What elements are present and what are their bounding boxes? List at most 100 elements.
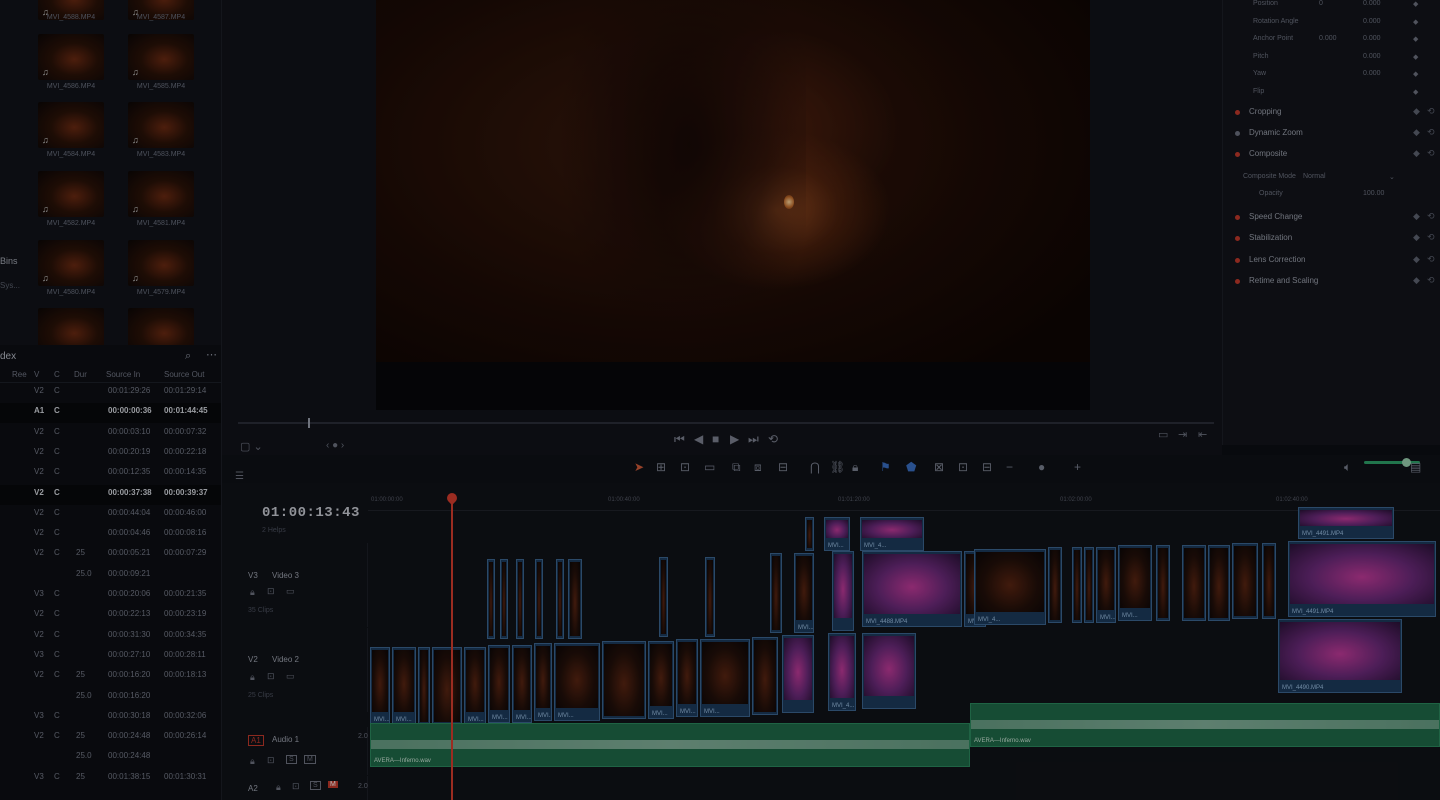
timeline-clip[interactable] [1208,545,1230,621]
blade-tool-icon[interactable]: ▭ [704,460,715,474]
media-thumbnail[interactable]: ♫ [128,34,194,80]
timeline-clip[interactable]: MVI... [370,647,390,725]
section-toggle-icon[interactable] [1235,131,1240,136]
inspector-section[interactable]: Composite ◆ ⟲ [1223,145,1440,165]
insert-clip-icon[interactable]: ⧉ [732,460,741,475]
keyframe-icon[interactable]: ◆ [1413,53,1418,61]
inspector-property-row[interactable]: Position 0 0.000 ◆ [1223,0,1440,13]
inspector-section[interactable]: Cropping ◆ ⟲ [1223,103,1440,123]
trim-tool-icon[interactable]: ⊞ [656,460,666,474]
section-label[interactable]: Stabilization [1249,233,1292,242]
go-to-end-icon[interactable]: ⏭ [748,432,759,447]
audio-clip[interactable]: AVERA—Inferno.wav [370,723,970,767]
keyframe-icon[interactable]: ◆ [1413,254,1420,265]
lock-icon[interactable]: 🔒︎ [852,460,858,475]
property-value[interactable]: 0.000 [1319,35,1337,42]
track-name[interactable]: Audio 1 [272,735,299,744]
timeline-clip[interactable]: MVI... [648,641,674,719]
track-visibility-icon[interactable]: ▭ [286,586,295,597]
media-thumbnail[interactable]: ♫ [38,240,104,286]
timeline-clip[interactable]: MVI... [794,553,814,633]
selection-tool-icon[interactable]: ➤ [634,460,644,474]
property-value[interactable]: 0 [1319,0,1323,7]
section-toggle-icon[interactable] [1235,215,1240,220]
auto-select-icon[interactable]: ⊡ [292,781,300,792]
track-header-video-2[interactable]: V2 Video 2 🔒︎ ⊡ ▭ 25 Clips [222,628,368,712]
lock-icon[interactable]: 🔒︎ [250,587,255,598]
timeline-clip[interactable] [805,517,814,551]
section-label[interactable]: Dynamic Zoom [1249,128,1303,137]
lock-icon[interactable]: 🔒︎ [276,782,281,793]
go-to-start-icon[interactable]: ⏮ [674,432,685,447]
timeline-clip[interactable] [1084,547,1094,623]
index-row[interactable]: A1 C 00:00:00:36 00:01:44:45 [0,403,221,424]
media-thumbnail[interactable]: ♫ [38,102,104,148]
timeline-clip[interactable] [500,559,508,639]
reset-icon[interactable]: ⟲ [1427,275,1435,286]
timeline-clip[interactable]: MVI... [488,645,510,723]
marker-icon[interactable]: ⬟ [906,460,916,474]
property-value[interactable]: 0.000 [1363,18,1381,25]
section-label[interactable]: Composite [1249,149,1287,158]
timeline-clip[interactable] [752,637,778,715]
timeline-clip[interactable] [1262,543,1276,619]
timeline-clip[interactable]: MVI_4490.MP4 [1278,619,1402,693]
zoom-slider-handle[interactable]: ● [1038,460,1045,474]
mark-in-icon[interactable]: ⇥ [1178,428,1187,441]
viewer-mode-icon[interactable]: ▢ ⌄ [240,440,263,453]
mark-out-icon[interactable]: ⇤ [1198,428,1207,441]
timeline-clip[interactable] [1048,547,1062,623]
inspector-section[interactable]: Lens Correction ◆ ⟲ [1223,251,1440,271]
index-row[interactable]: V2 C 25 00:00:05:21 00:00:07:29 [0,545,221,565]
timeline-clip[interactable] [418,647,430,725]
bins-sublabel[interactable]: Sys... [0,281,20,290]
section-toggle-icon[interactable] [1235,152,1240,157]
lock-icon[interactable]: 🔒︎ [250,672,255,683]
reset-icon[interactable]: ⟲ [1427,148,1435,159]
solo-button[interactable]: S [310,781,321,790]
index-row[interactable]: V2 C 00:00:20:19 00:00:22:18 [0,444,221,464]
timeline-clip[interactable] [862,633,916,709]
keyframe-icon[interactable]: ◆ [1413,18,1418,26]
timeline-view-options-icon[interactable]: ☰ [235,471,244,482]
zoom-full-icon[interactable]: ⊠ [934,460,944,474]
timeline-clip[interactable] [782,635,814,713]
keyframe-icon[interactable]: ◆ [1413,211,1420,222]
zoom-in-icon[interactable]: + [1074,460,1081,474]
timeline-clip[interactable] [1156,545,1170,621]
viewer-scrub-handle[interactable] [308,418,310,428]
playhead[interactable] [451,495,453,800]
index-row[interactable]: V2 C 00:00:22:13 00:00:23:19 [0,606,221,626]
timeline-clip[interactable] [432,647,462,725]
inspector-property-row[interactable]: Flip ◆ [1223,85,1440,101]
media-thumbnail[interactable]: ♫ [38,34,104,80]
timeline-clip[interactable] [770,553,782,633]
reset-icon[interactable]: ⟲ [1427,211,1435,222]
replace-clip-icon[interactable]: ⊟ [778,460,788,474]
timeline-clip[interactable]: MVI... [676,639,698,717]
audio-meter-icon[interactable]: ▤ [1410,460,1421,474]
timeline-clip[interactable]: MVI_4491.MP4 [1288,541,1436,617]
index-row[interactable]: V2 C 00:00:44:04 00:00:46:00 [0,505,221,525]
section-toggle-icon[interactable] [1235,236,1240,241]
mute-button[interactable]: M [328,781,338,788]
column-header-source-out[interactable]: Source Out [164,370,204,379]
speaker-icon[interactable]: 🔈︎ [1344,460,1351,475]
opacity-value[interactable]: 100.00 [1363,190,1384,197]
index-row[interactable]: V3 C 00:00:30:18 00:00:32:06 [0,708,221,728]
keyframe-icon[interactable]: ◆ [1413,275,1420,286]
timeline-clip[interactable] [705,557,715,637]
reset-icon[interactable]: ⟲ [1427,106,1435,117]
track-visibility-icon[interactable]: ▭ [286,671,295,682]
timeline-clip[interactable] [602,641,646,719]
composite-mode-select[interactable]: Normal [1303,173,1326,180]
timeline-clip[interactable]: MVI... [700,639,750,717]
timeline-clip[interactable]: MVI_4488.MP4 [862,551,962,627]
index-row[interactable]: V3 C 25 00:01:38:15 00:01:30:31 [0,769,221,789]
bins-label[interactable]: Bins [0,256,18,266]
stop-icon[interactable]: ■ [712,432,719,446]
index-row[interactable]: 25.0 00:00:16:20 [0,688,221,708]
more-options-icon[interactable]: ⋯ [206,348,217,361]
timeline-clip[interactable]: MVI... [1118,545,1152,621]
section-label[interactable]: Retime and Scaling [1249,276,1318,285]
